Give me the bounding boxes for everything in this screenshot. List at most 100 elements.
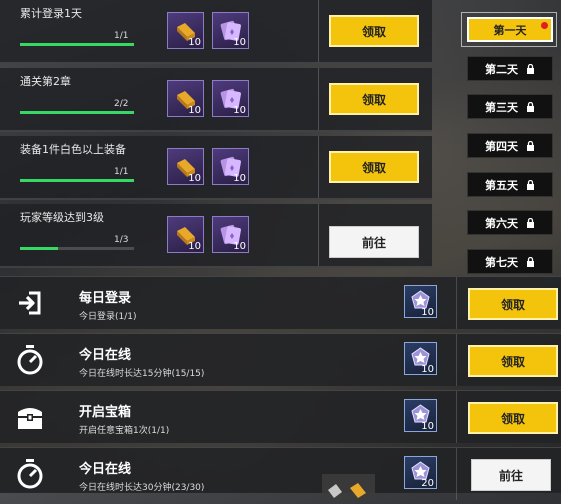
quest-progress-fill [20, 247, 58, 250]
go-button[interactable]: 前往 [329, 226, 419, 258]
reward-slot-card[interactable]: 10 [212, 80, 249, 117]
row-divider [318, 68, 319, 130]
claim-button[interactable]: 领取 [468, 402, 558, 434]
quest-progress-count: 1/1 [114, 167, 129, 177]
claim-button[interactable]: 领取 [468, 345, 558, 377]
reward-qty: 10 [233, 173, 246, 184]
quest-progress-bar [20, 247, 134, 250]
row-divider [318, 204, 319, 266]
reward-slot-gold[interactable]: 10 [167, 216, 204, 253]
reward-slot-crystal[interactable]: 20 [404, 456, 437, 489]
task-icon-box [0, 277, 60, 329]
quest-progress-fill [20, 179, 134, 182]
reward-slot-crystal[interactable]: 10 [404, 399, 437, 432]
tab-label: 第二天 [485, 62, 518, 76]
row-divider [318, 136, 319, 198]
quest-row: 装备1件白色以上装备 1/1 10 10 领取 [0, 136, 432, 200]
login-icon [19, 291, 41, 315]
task-icon-box [0, 391, 60, 443]
lock-icon [527, 179, 534, 190]
claim-button[interactable]: 领取 [329, 83, 419, 115]
task-progress-text: 今日在线时长达30分钟(23/30) [79, 483, 205, 493]
reward-qty: 10 [421, 307, 434, 318]
tab-day-6[interactable]: 第六天 [467, 210, 553, 235]
row-divider [456, 277, 457, 329]
achievement-quest-list: 累计登录1天 1/1 10 10 领取 通关第2章 2/2 10 10 领取 装… [0, 0, 432, 270]
tab-label: 第一天 [493, 23, 527, 37]
lock-icon [527, 101, 534, 112]
reward-slot-gold[interactable]: 10 [167, 148, 204, 185]
daily-task-row: 开启宝箱 开启任意宝箱1次(1/1) 10 领取 [0, 390, 561, 443]
task-progress-text: 今日登录(1/1) [79, 312, 137, 322]
task-progress-text: 开启任意宝箱1次(1/1) [79, 426, 170, 436]
quest-row: 玩家等级达到3级 1/3 10 10 前往 [0, 204, 432, 268]
task-icon-box [0, 334, 60, 386]
quest-title: 玩家等级达到3级 [20, 211, 104, 224]
daily-task-row: 今日在线 今日在线时长达15分钟(15/15) 10 领取 [0, 333, 561, 386]
row-divider [318, 0, 319, 62]
tab-label: 第五天 [485, 178, 518, 192]
treasure-chest-icon [18, 408, 42, 429]
quest-progress-fill [20, 43, 134, 46]
reward-slot-crystal[interactable]: 10 [404, 342, 437, 375]
reward-qty: 10 [421, 421, 434, 432]
row-divider [456, 448, 457, 500]
reward-slot-card[interactable]: 10 [212, 216, 249, 253]
task-title: 今日在线 [79, 462, 132, 477]
row-divider [456, 391, 457, 443]
lock-icon [527, 140, 534, 151]
tab-day-5[interactable]: 第五天 [467, 172, 553, 197]
daily-task-row: 每日登录 今日登录(1/1) 10 领取 [0, 276, 561, 329]
reward-qty: 20 [421, 478, 434, 489]
reward-slot-card[interactable]: 10 [212, 12, 249, 49]
quest-title: 累计登录1天 [20, 7, 82, 20]
quest-row: 通关第2章 2/2 10 10 领取 [0, 68, 432, 132]
quest-progress-count: 2/2 [114, 99, 129, 109]
reward-qty: 10 [233, 105, 246, 116]
claim-button[interactable]: 领取 [329, 151, 419, 183]
tab-day-1[interactable]: 第一天 [467, 17, 553, 42]
quest-progress-bar [20, 111, 134, 114]
claim-button[interactable]: 领取 [468, 288, 558, 320]
daily-task-row: 今日在线 今日在线时长达30分钟(23/30) 20 前往 [0, 447, 561, 500]
reward-slot-crystal[interactable]: 10 [404, 285, 437, 318]
reward-qty: 10 [188, 105, 201, 116]
reward-qty: 10 [421, 364, 434, 375]
task-icon-box [0, 448, 60, 500]
tab-day-7[interactable]: 第七天 [467, 249, 553, 274]
gold-ingot-icon [328, 483, 366, 498]
tab-day-2[interactable]: 第二天 [467, 56, 553, 81]
quest-row: 累计登录1天 1/1 10 10 领取 [0, 0, 432, 64]
task-title: 开启宝箱 [79, 405, 132, 420]
reward-slot-gold[interactable]: 10 [167, 80, 204, 117]
go-button[interactable]: 前往 [471, 459, 551, 491]
reward-qty: 10 [233, 241, 246, 252]
task-progress-text: 今日在线时长达15分钟(15/15) [79, 369, 205, 379]
lock-icon [527, 256, 534, 267]
quest-progress-bar [20, 179, 134, 182]
tab-day-3[interactable]: 第三天 [467, 94, 553, 119]
item-preview [322, 474, 375, 500]
tab-label: 第四天 [485, 139, 518, 153]
task-title: 每日登录 [79, 291, 132, 306]
tab-label: 第三天 [485, 100, 518, 114]
quest-progress-bar [20, 43, 134, 46]
tab-label: 第七天 [485, 255, 518, 269]
stopwatch-icon [17, 345, 43, 375]
quest-title: 通关第2章 [20, 75, 71, 88]
notification-dot-icon [541, 22, 548, 29]
tab-label: 第六天 [485, 216, 518, 230]
lock-icon [527, 217, 534, 228]
reward-slot-card[interactable]: 10 [212, 148, 249, 185]
reward-qty: 10 [188, 241, 201, 252]
reward-slot-gold[interactable]: 10 [167, 12, 204, 49]
reward-qty: 10 [188, 173, 201, 184]
row-divider [456, 334, 457, 386]
quest-title: 装备1件白色以上装备 [20, 143, 126, 156]
quest-progress-count: 1/1 [114, 31, 129, 41]
reward-qty: 10 [233, 37, 246, 48]
task-title: 今日在线 [79, 348, 132, 363]
quest-progress-count: 1/3 [114, 235, 129, 245]
tab-day-4[interactable]: 第四天 [467, 133, 553, 158]
claim-button[interactable]: 领取 [329, 15, 419, 47]
